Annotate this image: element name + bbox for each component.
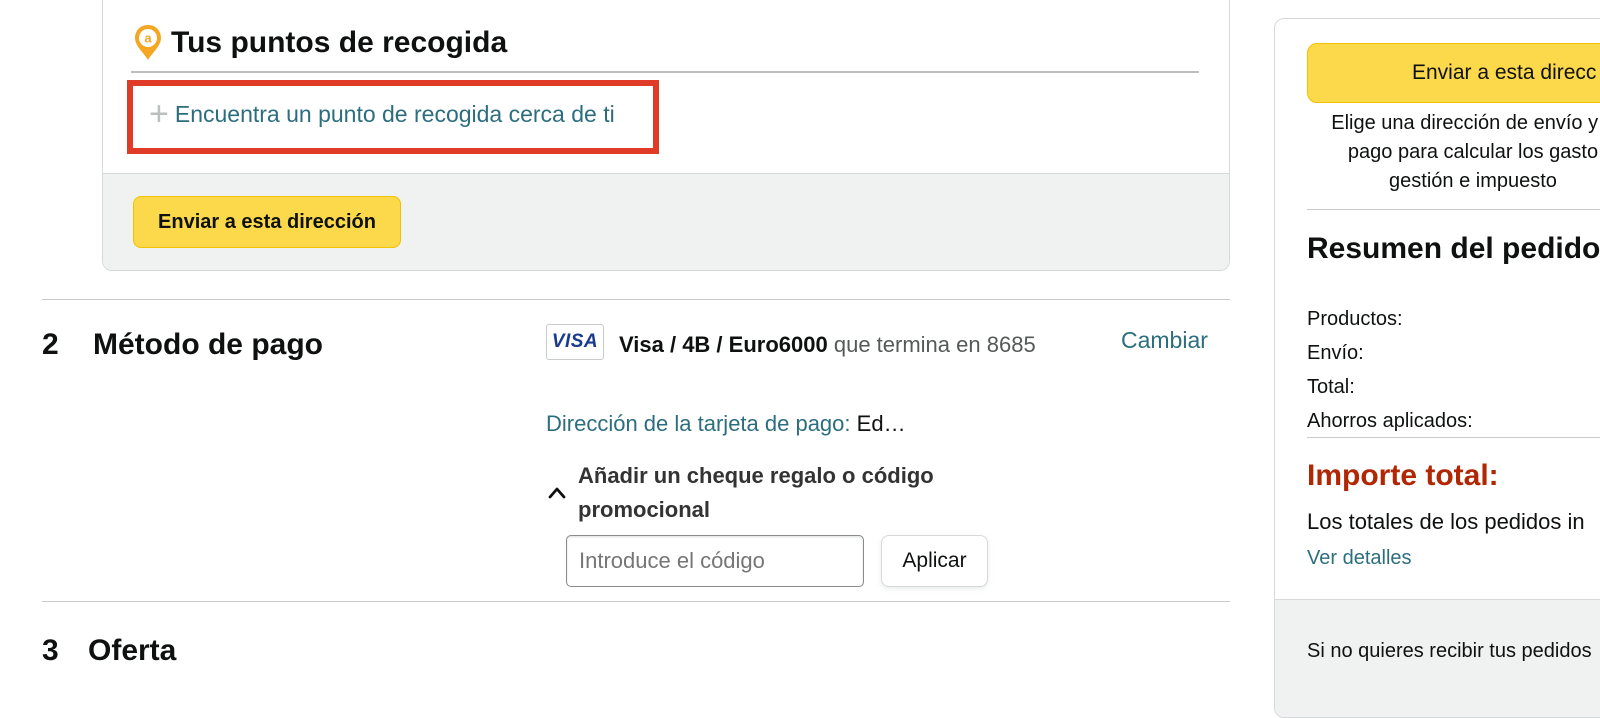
summary-ship-to-address-button[interactable]: Enviar a esta direcc bbox=[1307, 43, 1600, 103]
card-description: Visa / 4B / Euro6000 que termina en 8685 bbox=[546, 327, 1056, 363]
apply-code-button[interactable]: Aplicar bbox=[881, 535, 988, 587]
visa-card-icon: VISA bbox=[546, 324, 604, 360]
promo-code-input[interactable] bbox=[566, 535, 864, 587]
summary-footer: Si no quieres recibir tus pedidos bbox=[1275, 599, 1600, 717]
plus-icon: + bbox=[149, 95, 169, 133]
step-number: 2 bbox=[42, 328, 59, 361]
view-details-link[interactable]: Ver detalles bbox=[1307, 547, 1412, 570]
summary-footer-text: Si no quieres recibir tus pedidos bbox=[1307, 640, 1592, 662]
step-number: 3 bbox=[42, 634, 59, 667]
summary-shipping-note: Elige una dirección de envío y u pago pa… bbox=[1293, 109, 1600, 196]
billing-address-value: Ed… bbox=[856, 411, 906, 436]
pickup-points-box: a Tus puntos de recogida + Encuentra un … bbox=[102, 0, 1230, 271]
order-summary-panel: Enviar a esta direcc Elige una dirección… bbox=[1274, 18, 1600, 718]
change-payment-link[interactable]: Cambiar bbox=[1121, 327, 1208, 354]
card-suffix-text: que termina en bbox=[833, 332, 981, 357]
summary-divider bbox=[1307, 209, 1600, 210]
section-divider bbox=[42, 601, 1230, 602]
find-pickup-point-label: Encuentra un punto de recogida cerca de … bbox=[174, 100, 615, 127]
billing-address-label[interactable]: Dirección de la tarjeta de pago: bbox=[546, 411, 851, 436]
amazon-pickup-pin-icon: a bbox=[135, 25, 161, 60]
offer-title: Oferta bbox=[88, 634, 177, 667]
pickup-title-divider bbox=[131, 71, 1199, 73]
payment-method-title: Método de pago bbox=[93, 328, 323, 361]
summary-row-shipping: Envío: bbox=[1307, 342, 1364, 364]
summary-divider bbox=[1307, 437, 1600, 438]
pickup-footer: Enviar a esta dirección bbox=[103, 173, 1229, 270]
pickup-section-title: Tus puntos de recogida bbox=[171, 26, 508, 59]
summary-note-line: Elige una dirección de envío y u bbox=[1331, 112, 1600, 134]
order-summary-title: Resumen del pedido bbox=[1307, 232, 1600, 265]
gift-card-promo-toggle[interactable]: Añadir un cheque regalo o código promoci… bbox=[578, 459, 998, 527]
billing-address-line: Dirección de la tarjeta de pago: Ed… bbox=[546, 411, 906, 437]
summary-note-line: pago para calcular los gasto bbox=[1347, 141, 1599, 163]
find-pickup-point-link[interactable]: + Encuentra un punto de recogida cerca d… bbox=[149, 95, 615, 133]
svg-text:a: a bbox=[144, 31, 152, 46]
summary-row-savings: Ahorros aplicados: bbox=[1307, 410, 1473, 432]
card-name: Visa / 4B / Euro6000 bbox=[619, 332, 828, 357]
order-totals-note: Los totales de los pedidos in bbox=[1307, 509, 1585, 534]
pickup-title-row: a Tus puntos de recogida bbox=[133, 24, 507, 62]
summary-note-line: gestión e impuesto bbox=[1389, 170, 1557, 192]
chevron-up-icon[interactable] bbox=[548, 484, 566, 502]
summary-row-products: Productos: bbox=[1307, 308, 1403, 330]
summary-row-total: Total: bbox=[1307, 376, 1355, 398]
card-last4: 8685 bbox=[986, 332, 1036, 357]
section-divider bbox=[42, 299, 1230, 300]
order-total-label: Importe total: bbox=[1307, 459, 1499, 492]
ship-to-address-button[interactable]: Enviar a esta dirección bbox=[133, 196, 401, 248]
